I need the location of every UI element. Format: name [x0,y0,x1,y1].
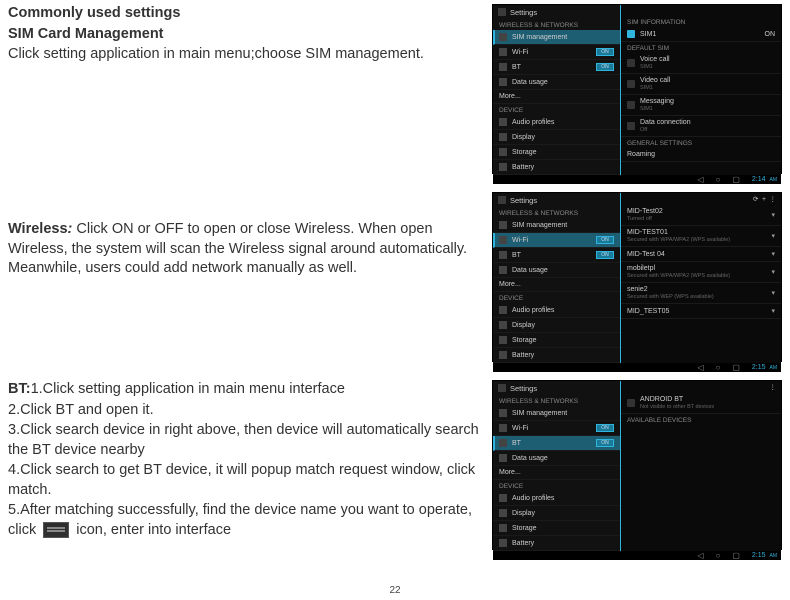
gear-icon [498,8,506,16]
wifi-network[interactable]: MID_TEST05▾ [621,304,781,319]
nav-back-icon[interactable]: ◁ [697,551,703,560]
nav-recent-icon[interactable]: ▢ [732,551,740,560]
gear-icon [498,384,506,392]
wireless-para: Wireless: Click ON or OFF to open or clo… [8,220,480,279]
bt-line1: BT:1.Click setting application in main m… [8,380,480,400]
bt-my-device[interactable]: ANDROID BTNot visible to other BT device… [621,393,781,414]
sidebar-item-battery[interactable]: Battery [493,160,620,175]
sidebar-item-storage[interactable]: Storage [493,333,620,348]
screenshot-wireless: Settings WIRELESS & NETWORKS SIM managem… [492,192,782,362]
bt-line4: 4.Click search to get BT device, it will… [8,461,480,500]
nav-back-icon[interactable]: ◁ [697,175,703,184]
sidebar-item-display[interactable]: Display [493,506,620,521]
cat-device: DEVICE [493,104,620,115]
sidebar-item-battery[interactable]: Battery [493,348,620,363]
sidebar-item-display[interactable]: Display [493,130,620,145]
settings-title: Settings [510,196,537,205]
bt-switch[interactable]: ON [596,63,614,71]
settings-title: Settings [510,384,537,393]
clock-time: 2:15 [752,364,766,371]
wifi-network[interactable]: mobiletplSecured with WPA/WPA2 (WPS avai… [621,262,781,283]
gear-icon [498,196,506,204]
sim-body: Click setting application in main menu;c… [8,45,480,65]
wifi-switch[interactable]: ON [596,48,614,56]
nav-recent-icon[interactable]: ▢ [732,363,740,372]
sidebar-item-wifi[interactable]: Wi-FiON [493,233,620,248]
sidebar-item-bt[interactable]: BTON [493,436,620,451]
sidebar-item-bt[interactable]: BTON [493,60,620,75]
section-wireless-text: Wireless: Click ON or OFF to open or clo… [8,192,480,362]
sidebar-item-audio[interactable]: Audio profiles [493,303,620,318]
messaging[interactable]: MessagingSIM1 [621,95,781,116]
sidebar-item-data[interactable]: Data usage [493,451,620,466]
sidebar-item-display[interactable]: Display [493,318,620,333]
sidebar-item-sim[interactable]: SIM management [493,218,620,233]
search-devices-icon[interactable]: ⋮ [770,383,777,391]
bt-line2: 2.Click BT and open it. [8,401,480,421]
wifi-network[interactable]: MID-Test 04▾ [621,247,781,262]
data-conn[interactable]: Data connectionOff [621,116,781,137]
nav-home-icon[interactable]: ○ [715,551,720,560]
screenshot-bt: Settings WIRELESS & NETWORKS SIM managem… [492,380,782,550]
sidebar-item-audio[interactable]: Audio profiles [493,115,620,130]
wifi-network[interactable]: MID-Test02Turned off▾ [621,205,781,226]
sidebar-item-audio[interactable]: Audio profiles [493,491,620,506]
sidebar-item-data[interactable]: Data usage [493,75,620,90]
video-call[interactable]: Video callSIM1 [621,74,781,95]
nav-recent-icon[interactable]: ▢ [732,175,740,184]
wifi-network[interactable]: senie2Secured with WEP (WPS available)▾ [621,283,781,304]
cat-sim-info: SIM INFORMATION [621,16,781,27]
wifi-network[interactable]: MID-TEST01Secured with WPA/WPA2 (WPS ava… [621,226,781,247]
cat-wireless: WIRELESS & NETWORKS [493,19,620,30]
clock-time: 2:14 [752,176,766,183]
bt-line5: 5.After matching successfully, find the … [8,501,480,540]
settings-title: Settings [510,8,537,17]
heading-commonly: Commonly used settings [8,4,480,24]
voice-call[interactable]: Voice callSIM1 [621,53,781,74]
cat-default-sim: DEFAULT SIM [621,42,781,53]
sidebar-item-battery[interactable]: Battery [493,536,620,551]
screenshot-sim: Settings WIRELESS & NETWORKS SIM managem… [492,4,782,174]
sidebar-item-storage[interactable]: Storage [493,521,620,536]
sim-slot[interactable]: SIM1ON [621,27,781,42]
heading-sim: SIM Card Management [8,25,480,45]
sidebar-item-bt[interactable]: BTON [493,248,620,263]
sidebar-item-more[interactable]: More... [493,278,620,292]
page-number: 22 [0,585,790,596]
sidebar-item-wifi[interactable]: Wi-FiON [493,45,620,60]
sidebar-item-wifi[interactable]: Wi-FiON [493,421,620,436]
bt-line3: 3.Click search device in right above, th… [8,421,480,460]
sidebar-item-data[interactable]: Data usage [493,263,620,278]
nav-home-icon[interactable]: ○ [715,363,720,372]
cat-available: AVAILABLE DEVICES [621,414,781,425]
roaming[interactable]: Roaming [621,148,781,162]
nav-back-icon[interactable]: ◁ [697,363,703,372]
cat-general: GENERAL SETTINGS [621,137,781,148]
sidebar-item-sim[interactable]: SIM management [493,406,620,421]
sidebar-item-more[interactable]: More... [493,466,620,480]
sidebar-item-more[interactable]: More... [493,90,620,104]
section-sim-text: Commonly used settings SIM Card Manageme… [8,4,480,174]
refresh-icon[interactable]: ⟳ + ⋮ [753,195,776,203]
sidebar-item-sim[interactable]: SIM management [493,30,620,45]
sidebar-item-storage[interactable]: Storage [493,145,620,160]
wifi-icon: ▾ [771,211,775,219]
settings-sliders-icon [43,522,69,538]
section-bt-text: BT:1.Click setting application in main m… [8,380,480,550]
nav-home-icon[interactable]: ○ [715,175,720,184]
clock-time: 2:15 [752,552,766,559]
